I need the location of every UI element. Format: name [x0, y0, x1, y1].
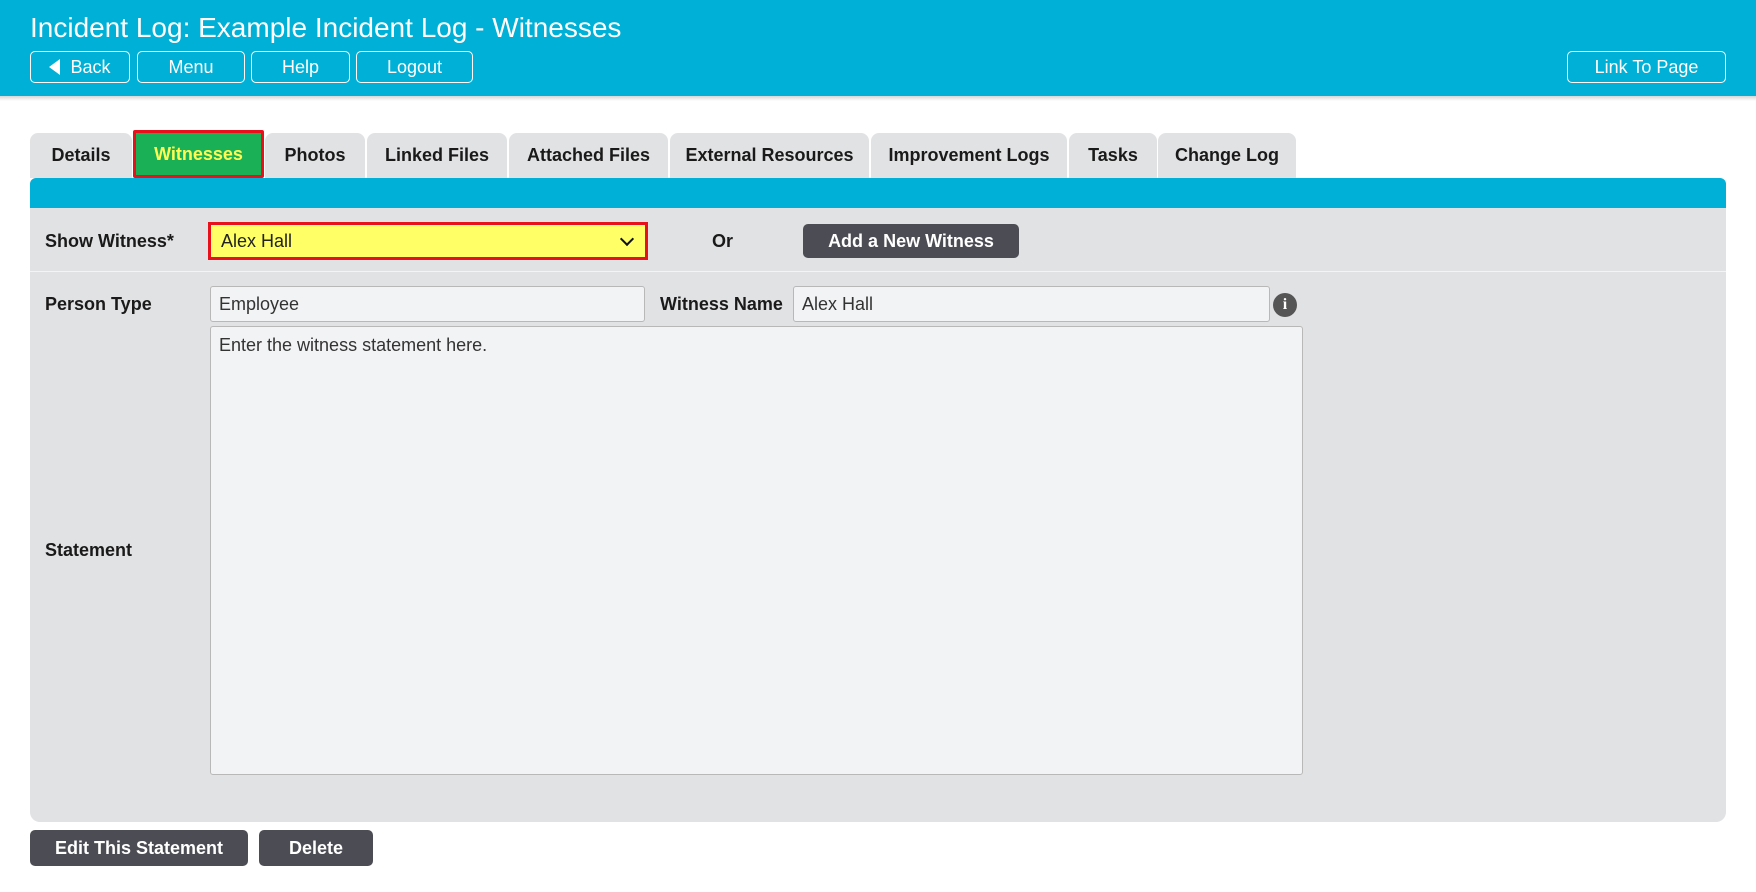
witness-name-field[interactable]: Alex Hall — [793, 286, 1270, 322]
or-text: Or — [712, 231, 734, 251]
tab-linked-files[interactable]: Linked Files — [367, 133, 507, 178]
statement-label: Statement — [45, 540, 133, 560]
person-type-field[interactable]: Employee — [210, 286, 645, 322]
tab-attached-files[interactable]: Attached Files — [509, 133, 668, 178]
tab-external-resources[interactable]: External Resources — [670, 133, 869, 178]
tab-witnesses[interactable]: Witnesses — [133, 130, 264, 178]
section-divider — [30, 271, 1726, 272]
edit-statement-button[interactable]: Edit This Statement — [30, 830, 248, 866]
tab-tasks[interactable]: Tasks — [1069, 133, 1157, 178]
back-button-label: Back — [70, 56, 111, 77]
tab-change-log[interactable]: Change Log — [1158, 133, 1296, 178]
chevron-down-icon — [619, 231, 635, 246]
witness-select-value: Alex Hall — [221, 230, 293, 251]
link-to-page-button[interactable]: Link To Page — [1567, 51, 1726, 83]
tab-content-strip — [30, 178, 1726, 208]
logout-button[interactable]: Logout — [356, 51, 473, 83]
delete-button[interactable]: Delete — [259, 830, 373, 866]
back-arrow-icon — [49, 59, 61, 75]
tab-improvement-logs[interactable]: Improvement Logs — [871, 133, 1067, 178]
app-header: Incident Log: Example Incident Log - Wit… — [0, 0, 1756, 96]
page-title: Incident Log: Example Incident Log - Wit… — [30, 12, 622, 43]
tab-details[interactable]: Details — [30, 133, 132, 178]
help-button[interactable]: Help — [251, 51, 350, 83]
tab-photos[interactable]: Photos — [265, 133, 365, 178]
witness-name-label: Witness Name — [660, 294, 783, 314]
add-new-witness-button[interactable]: Add a New Witness — [803, 224, 1019, 258]
menu-button[interactable]: Menu — [137, 51, 245, 83]
back-button[interactable]: Back — [30, 51, 130, 83]
witness-select[interactable]: Alex Hall — [208, 222, 648, 260]
info-icon[interactable]: i — [1273, 293, 1297, 317]
show-witness-label: Show Witness* — [45, 231, 174, 251]
person-type-label: Person Type — [45, 294, 152, 314]
header-shadow — [0, 96, 1756, 101]
statement-textarea[interactable]: Enter the witness statement here. — [210, 326, 1303, 775]
